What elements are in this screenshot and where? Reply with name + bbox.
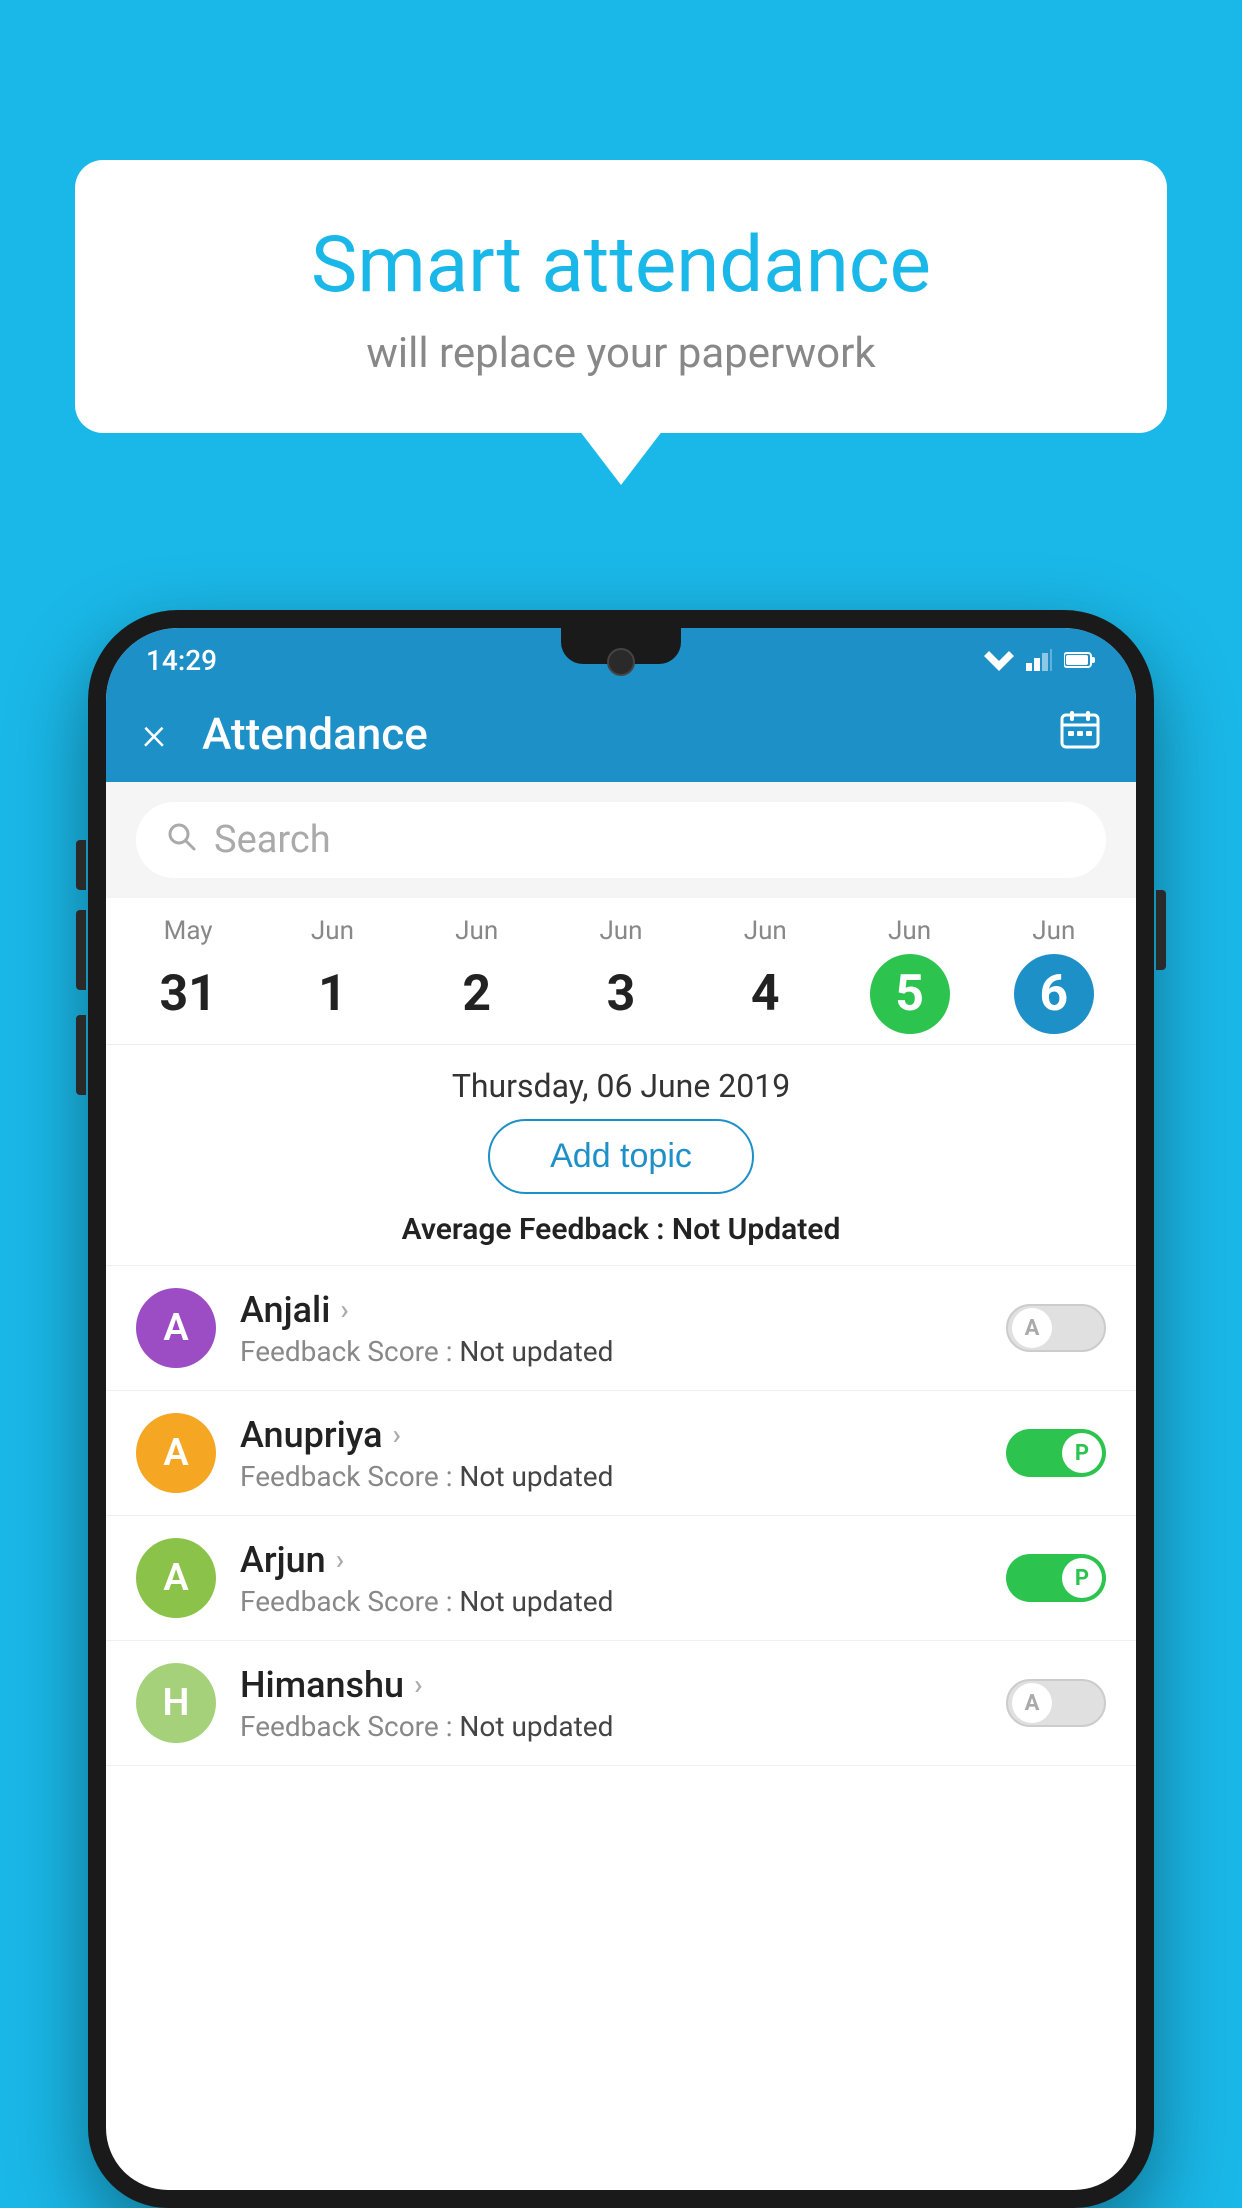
date-day-5[interactable]: 5 bbox=[870, 954, 950, 1034]
close-button[interactable]: × bbox=[142, 707, 166, 761]
date-month-0: May bbox=[164, 916, 213, 946]
phone-screen: 14:29 × Attendan bbox=[106, 628, 1136, 2190]
student-avatar-arjun: A bbox=[136, 1538, 216, 1618]
date-month-4: Jun bbox=[744, 916, 787, 946]
student-feedback-anjali: Feedback Score : Not updated bbox=[240, 1335, 1006, 1368]
attendance-toggle-anupriya[interactable]: P bbox=[1006, 1429, 1106, 1477]
student-row[interactable]: A Anjali › Feedback Score : Not updated … bbox=[106, 1266, 1136, 1391]
attendance-toggle-himanshu[interactable]: A bbox=[1006, 1679, 1106, 1727]
volume-down-button bbox=[76, 1015, 86, 1095]
power-button bbox=[1156, 890, 1166, 970]
date-col-5[interactable]: Jun 5 bbox=[837, 916, 981, 1034]
volume-silent-button bbox=[76, 840, 86, 890]
app-bar: × Attendance bbox=[106, 686, 1136, 782]
date-day-2[interactable]: 2 bbox=[437, 954, 517, 1034]
search-icon bbox=[166, 820, 196, 860]
student-feedback-himanshu: Feedback Score : Not updated bbox=[240, 1710, 1006, 1743]
signal-icon bbox=[1026, 649, 1052, 671]
average-feedback-value: Not Updated bbox=[672, 1212, 840, 1247]
student-avatar-himanshu: H bbox=[136, 1663, 216, 1743]
calendar-icon[interactable] bbox=[1060, 709, 1100, 759]
selected-date-label: Thursday, 06 June 2019 bbox=[106, 1045, 1136, 1119]
calendar-dates-row: May 31 Jun 1 Jun 2 Jun 3 Jun 4 Jun 5 bbox=[106, 898, 1136, 1045]
volume-up-button bbox=[76, 910, 86, 990]
date-col-1[interactable]: Jun 1 bbox=[260, 916, 404, 1034]
student-row[interactable]: A Anupriya › Feedback Score : Not update… bbox=[106, 1391, 1136, 1516]
attendance-toggle-arjun[interactable]: P bbox=[1006, 1554, 1106, 1602]
phone-device: 14:29 × Attendan bbox=[88, 610, 1154, 2208]
date-month-1: Jun bbox=[311, 916, 354, 946]
date-day-0[interactable]: 31 bbox=[148, 954, 228, 1034]
date-col-3[interactable]: Jun 3 bbox=[549, 916, 693, 1034]
front-camera bbox=[607, 648, 635, 676]
chevron-right-icon: › bbox=[336, 1543, 344, 1576]
status-time: 14:29 bbox=[146, 644, 217, 677]
add-topic-button[interactable]: Add topic bbox=[488, 1119, 754, 1194]
speech-bubble: Smart attendance will replace your paper… bbox=[75, 160, 1167, 433]
date-col-4[interactable]: Jun 4 bbox=[693, 916, 837, 1034]
wifi-icon bbox=[984, 649, 1014, 671]
chevron-right-icon: › bbox=[393, 1418, 401, 1451]
date-month-5: Jun bbox=[888, 916, 931, 946]
average-feedback-label: Average Feedback : bbox=[402, 1212, 665, 1247]
search-bar[interactable]: Search bbox=[136, 802, 1106, 878]
student-avatar-anupriya: A bbox=[136, 1413, 216, 1493]
student-name-anjali: Anjali › bbox=[240, 1289, 1006, 1331]
content-area: Thursday, 06 June 2019 Add topic Average… bbox=[106, 1045, 1136, 1766]
attendance-toggle-anjali[interactable]: A bbox=[1006, 1304, 1106, 1352]
search-input[interactable]: Search bbox=[214, 818, 331, 862]
student-info-anupriya: Anupriya › Feedback Score : Not updated bbox=[240, 1414, 1006, 1493]
date-day-3[interactable]: 3 bbox=[581, 954, 661, 1034]
student-row[interactable]: A Arjun › Feedback Score : Not updated P bbox=[106, 1516, 1136, 1641]
student-name-arjun: Arjun › bbox=[240, 1539, 1006, 1581]
date-day-4[interactable]: 4 bbox=[725, 954, 805, 1034]
date-month-6: Jun bbox=[1032, 916, 1075, 946]
app-bar-title: Attendance bbox=[202, 708, 1060, 760]
chevron-right-icon: › bbox=[340, 1293, 348, 1326]
date-col-0[interactable]: May 31 bbox=[116, 916, 260, 1034]
student-info-himanshu: Himanshu › Feedback Score : Not updated bbox=[240, 1664, 1006, 1743]
student-list: A Anjali › Feedback Score : Not updated … bbox=[106, 1265, 1136, 1766]
date-col-2[interactable]: Jun 2 bbox=[405, 916, 549, 1034]
student-info-anjali: Anjali › Feedback Score : Not updated bbox=[240, 1289, 1006, 1368]
student-avatar-anjali: A bbox=[136, 1288, 216, 1368]
average-feedback: Average Feedback : Not Updated bbox=[106, 1212, 1136, 1265]
student-feedback-anupriya: Feedback Score : Not updated bbox=[240, 1460, 1006, 1493]
student-row[interactable]: H Himanshu › Feedback Score : Not update… bbox=[106, 1641, 1136, 1766]
student-name-himanshu: Himanshu › bbox=[240, 1664, 1006, 1706]
status-icons bbox=[984, 649, 1096, 671]
date-day-1[interactable]: 1 bbox=[292, 954, 372, 1034]
app-tagline-subtitle: will replace your paperwork bbox=[155, 329, 1087, 378]
date-day-6[interactable]: 6 bbox=[1014, 954, 1094, 1034]
date-col-6[interactable]: Jun 6 bbox=[982, 916, 1126, 1034]
date-month-2: Jun bbox=[455, 916, 498, 946]
student-feedback-arjun: Feedback Score : Not updated bbox=[240, 1585, 1006, 1618]
date-month-3: Jun bbox=[599, 916, 642, 946]
search-bar-container: Search bbox=[106, 782, 1136, 898]
student-info-arjun: Arjun › Feedback Score : Not updated bbox=[240, 1539, 1006, 1618]
chevron-right-icon: › bbox=[414, 1668, 422, 1701]
battery-icon bbox=[1064, 651, 1096, 669]
app-tagline-title: Smart attendance bbox=[155, 220, 1087, 311]
student-name-anupriya: Anupriya › bbox=[240, 1414, 1006, 1456]
